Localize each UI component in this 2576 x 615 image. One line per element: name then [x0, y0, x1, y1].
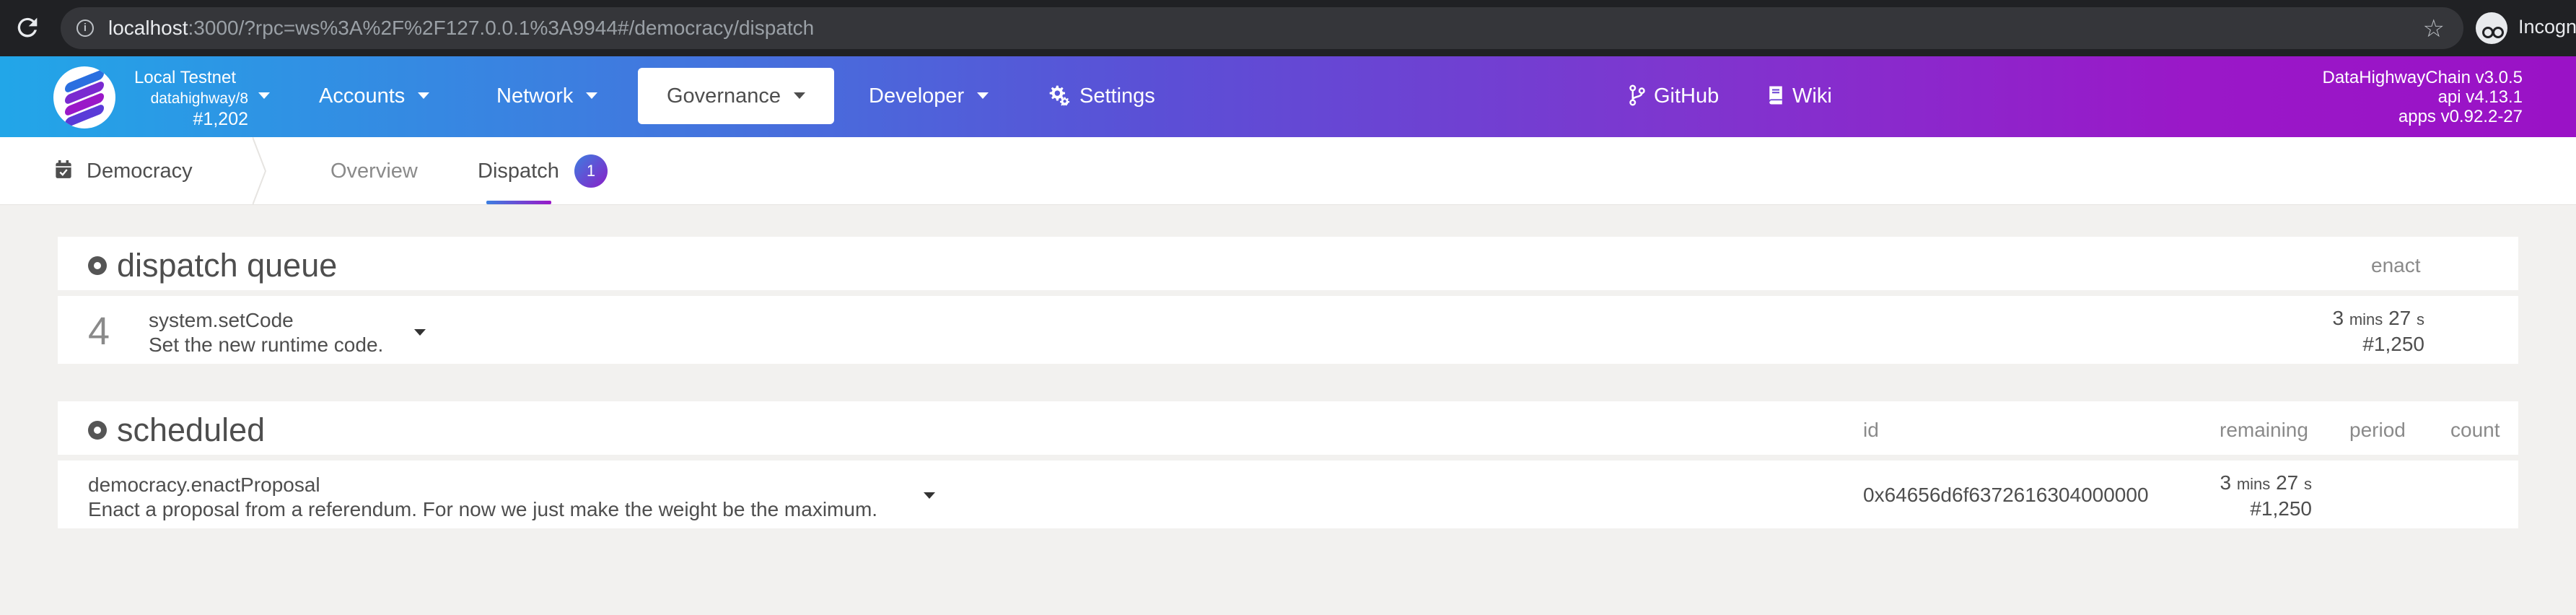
- reload-icon[interactable]: [13, 13, 42, 42]
- schedule-id: 0x64656d6f6372616304000000: [1863, 484, 2149, 506]
- tab-count-badge: 1: [574, 154, 608, 188]
- countdown-secs: 27: [2388, 307, 2411, 329]
- expand-caret-icon[interactable]: [924, 492, 935, 499]
- chevron-down-icon[interactable]: [258, 92, 270, 99]
- section-title-label: Democracy: [87, 160, 193, 183]
- column-header-count: count: [2450, 419, 2500, 441]
- book-icon: [1769, 86, 1782, 105]
- chain-selector[interactable]: Local Testnet datahighway/8 #1,202: [134, 68, 248, 130]
- column-header-enact: enact: [2371, 254, 2421, 276]
- site-info-icon[interactable]: i: [76, 19, 94, 37]
- calendar-check-icon: [56, 160, 71, 179]
- column-header-period: period: [2349, 419, 2406, 441]
- apps-version: apps v0.92.2-27: [2398, 107, 2523, 126]
- table-row: 4 system.setCode Set the new runtime cod…: [58, 296, 2518, 364]
- app-navbar: Local Testnet datahighway/8 #1,202 Accou…: [0, 56, 2576, 137]
- chain-name: Local Testnet: [134, 68, 236, 87]
- breadcrumb-divider: [253, 137, 267, 205]
- chain-logo-icon[interactable]: [53, 66, 115, 128]
- dot-circle-icon: [88, 256, 107, 276]
- table-title-label: dispatch queue: [117, 247, 338, 284]
- table-title: scheduled: [88, 411, 265, 449]
- countdown-secs-unit: s: [2417, 310, 2424, 328]
- tab-dispatch[interactable]: Dispatch: [478, 137, 559, 205]
- profile-label: Incognito: [2518, 16, 2576, 38]
- nav-settings-label: Settings: [1079, 84, 1155, 108]
- row-index: 4: [88, 310, 110, 353]
- incognito-icon[interactable]: [2476, 12, 2507, 44]
- chain-block-number: #1,202: [193, 109, 248, 129]
- call-name: democracy.enactProposal: [88, 474, 320, 496]
- table-row: democracy.enactProposal Enact a proposal…: [58, 461, 2518, 528]
- chevron-down-icon: [586, 92, 598, 99]
- enact-block: #1,250: [2362, 333, 2424, 355]
- column-header-remaining: remaining: [2220, 419, 2308, 441]
- url-host: localhost: [108, 17, 188, 39]
- nav-network-label: Network: [496, 84, 574, 108]
- api-version: api v4.13.1: [2437, 87, 2523, 107]
- version-info: DataHighwayChain v3.0.5 api v4.13.1 apps…: [2323, 68, 2523, 126]
- countdown-mins: 3: [2220, 471, 2232, 494]
- countdown-secs: 27: [2276, 471, 2299, 494]
- gear-icon: [1049, 86, 1070, 108]
- tab-overview[interactable]: Overview: [330, 137, 418, 205]
- column-header-id: id: [1863, 419, 1879, 441]
- nav-governance[interactable]: Governance: [638, 68, 834, 124]
- countdown-mins-unit: mins: [2349, 310, 2383, 328]
- chain-version: DataHighwayChain v3.0.5: [2322, 68, 2523, 87]
- countdown-mins-unit: mins: [2236, 475, 2271, 493]
- code-branch-icon: [1629, 84, 1645, 106]
- nav-accounts[interactable]: Accounts: [319, 68, 430, 124]
- nav-accounts-label: Accounts: [319, 84, 406, 108]
- remaining-time: 3 mins 27 s #1,250: [2220, 471, 2312, 521]
- enact-time: 3 mins 27 s #1,250: [2332, 306, 2424, 357]
- table-header: dispatch queue enact: [58, 237, 2518, 293]
- chevron-down-icon: [418, 92, 430, 99]
- dot-circle-icon: [88, 421, 107, 440]
- nav-wiki-label: Wiki: [1792, 84, 1832, 108]
- remaining-block: #1,250: [2250, 497, 2312, 520]
- nav-developer-label: Developer: [869, 84, 965, 108]
- countdown-secs-unit: s: [2304, 475, 2312, 493]
- active-tab-indicator: [486, 201, 551, 204]
- nav-governance-label: Governance: [667, 84, 781, 108]
- scheduled-table: scheduled id remaining period count demo…: [58, 401, 2518, 533]
- nav-github-label: GitHub: [1654, 84, 1719, 108]
- section-tabs: Democracy Overview Dispatch 1: [0, 137, 2576, 205]
- chain-runtime: datahighway/8: [150, 90, 248, 107]
- nav-wiki[interactable]: Wiki: [1766, 68, 1832, 124]
- remaining-countdown: 3 mins 27 s: [2220, 471, 2312, 497]
- address-bar[interactable]: i localhost:3000/?rpc=ws%3A%2F%2F127.0.0…: [61, 7, 2463, 49]
- nav-github[interactable]: GitHub: [1628, 68, 1719, 124]
- countdown-mins: 3: [2332, 307, 2344, 329]
- bookmark-star-icon[interactable]: ☆: [2423, 14, 2445, 43]
- table-title: dispatch queue: [88, 247, 337, 284]
- expand-caret-icon[interactable]: [414, 329, 426, 336]
- url-text[interactable]: localhost:3000/?rpc=ws%3A%2F%2F127.0.0.1…: [108, 17, 814, 40]
- table-title-label: scheduled: [117, 411, 266, 448]
- nav-developer[interactable]: Developer: [869, 68, 989, 124]
- call-description: Set the new runtime code.: [149, 333, 384, 356]
- table-header: scheduled id remaining period count: [58, 401, 2518, 458]
- nav-network[interactable]: Network: [496, 68, 598, 124]
- chevron-down-icon: [794, 92, 805, 99]
- url-path: :3000/?rpc=ws%3A%2F%2F127.0.0.1%3A9944#/…: [188, 17, 815, 39]
- call-name: system.setCode: [149, 309, 294, 331]
- call-description: Enact a proposal from a referendum. For …: [88, 498, 878, 520]
- enact-countdown: 3 mins 27 s: [2332, 306, 2424, 332]
- dispatch-queue-table: dispatch queue enact 4 system.setCode Se…: [58, 237, 2518, 368]
- nav-settings[interactable]: Settings: [1048, 68, 1155, 124]
- chevron-down-icon: [977, 92, 989, 99]
- section-title: Democracy: [55, 137, 193, 205]
- browser-toolbar: i localhost:3000/?rpc=ws%3A%2F%2F127.0.0…: [0, 0, 2576, 56]
